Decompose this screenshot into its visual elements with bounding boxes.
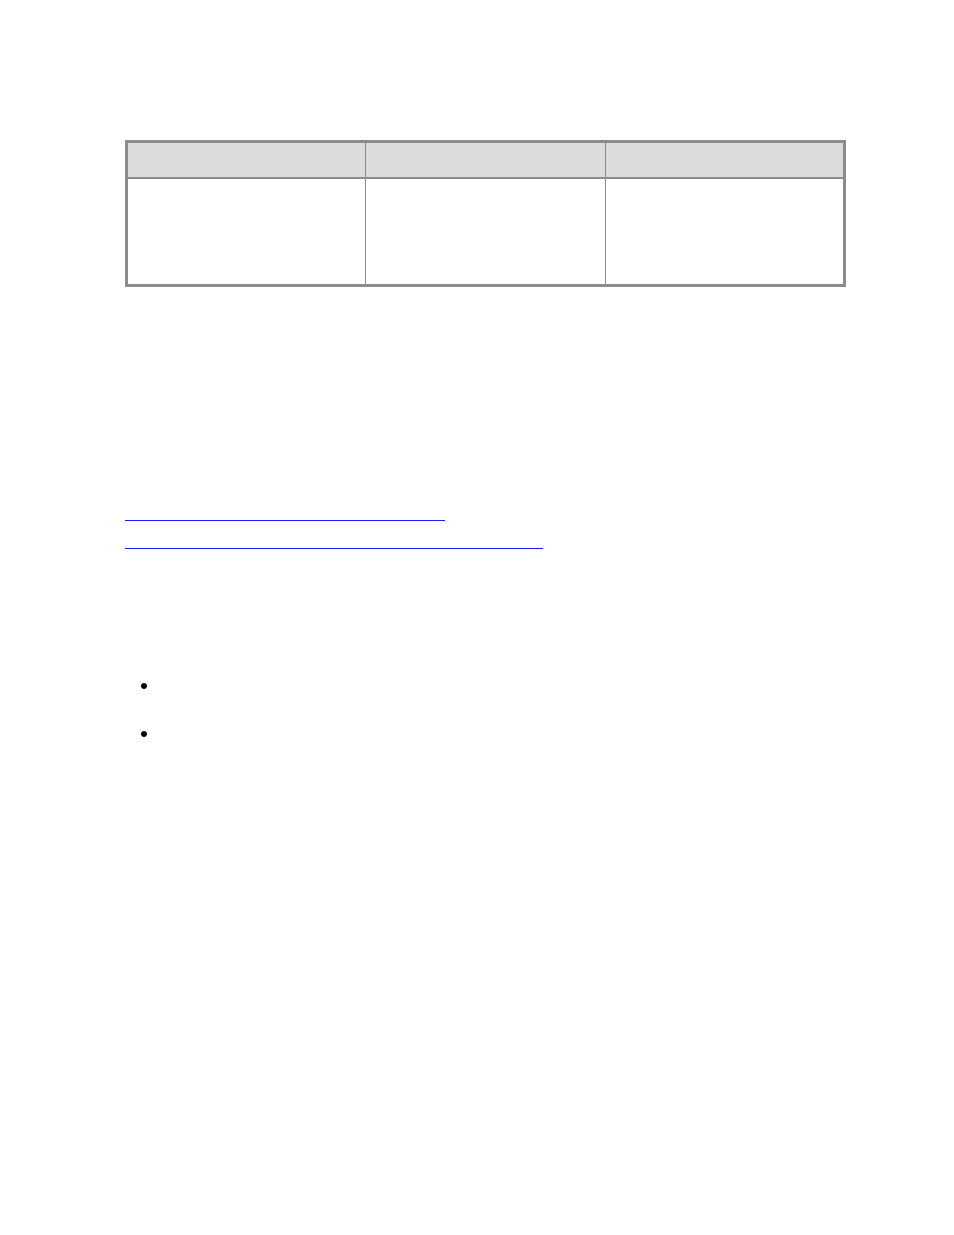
list-item [155, 677, 846, 725]
document-table [125, 140, 846, 287]
bullet-list [155, 677, 846, 773]
table-cell [127, 178, 366, 286]
table-cell [605, 178, 844, 286]
table-header-cell [127, 142, 366, 178]
table-cell [366, 178, 605, 286]
link-section [125, 503, 846, 559]
table-header-cell [605, 142, 844, 178]
table-row [127, 178, 845, 286]
list-item [155, 725, 846, 773]
hyperlink[interactable] [125, 520, 445, 521]
table-header-cell [366, 142, 605, 178]
hyperlink[interactable] [125, 548, 543, 549]
table-header-row [127, 142, 845, 178]
